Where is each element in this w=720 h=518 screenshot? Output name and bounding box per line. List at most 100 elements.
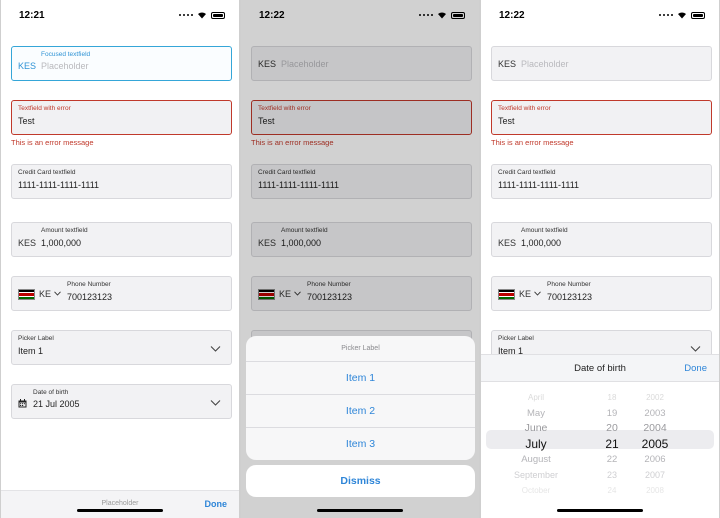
error-message: This is an error message (491, 138, 574, 147)
signal-icon (178, 13, 193, 17)
month-option[interactable]: August (501, 452, 571, 468)
year-option[interactable]: 2006 (635, 452, 675, 468)
chevron-down-icon[interactable] (534, 291, 541, 296)
field-label: Amount textfield (41, 227, 88, 234)
date-of-birth-field[interactable]: Date of birth 21 Jul 2005 (11, 384, 232, 419)
field-label: Date of birth (33, 389, 69, 396)
field-value: 1111-1111-1111-1111 (498, 180, 580, 190)
year-option[interactable]: 2007 (635, 468, 675, 484)
country-code[interactable]: KE (519, 289, 531, 299)
error-textfield[interactable]: Textfield with error Test (491, 100, 712, 135)
amount-textfield[interactable]: KES Amount textfield 1,000,000 (11, 222, 232, 257)
field-label: Textfield with error (18, 105, 71, 112)
day-option[interactable]: 20 (597, 421, 627, 437)
credit-card-textfield[interactable]: Credit Card textfield 1111-1111-1111-111… (491, 164, 712, 199)
chevron-down-icon[interactable] (690, 345, 701, 353)
month-option[interactable]: June (501, 421, 571, 437)
home-indicator (77, 509, 163, 512)
day-option[interactable]: 23 (597, 468, 627, 484)
field-value: Test (498, 116, 515, 126)
day-option-selected[interactable]: 21 (597, 437, 627, 453)
field-label: Textfield with error (498, 105, 551, 112)
dismiss-button[interactable]: Dismiss (246, 465, 475, 497)
action-sheet-option[interactable]: Item 2 (246, 395, 475, 428)
status-time: 12:22 (499, 10, 525, 21)
year-column[interactable]: 2002 2003 2004 2005 2006 2007 2008 (635, 390, 675, 499)
field-placeholder: Placeholder (41, 61, 89, 71)
wifi-icon (678, 12, 686, 19)
country-code[interactable]: KE (39, 289, 51, 299)
field-label: Phone Number (547, 281, 591, 288)
field-value: 700123123 (547, 292, 593, 302)
done-button[interactable]: Done (205, 499, 228, 509)
chevron-down-icon[interactable] (210, 345, 221, 353)
phone-screen-form: 12:21 KES Focused textfield Placeholder … (1, 0, 239, 518)
kenya-flag-icon (18, 289, 35, 300)
calendar-icon (18, 399, 27, 408)
battery-icon (211, 11, 225, 19)
day-option[interactable]: 19 (597, 406, 627, 422)
field-value: Test (18, 116, 35, 126)
credit-card-textfield[interactable]: Credit Card textfield 1111-1111-1111-111… (11, 164, 232, 199)
month-option[interactable]: May (501, 406, 571, 422)
battery-icon (691, 11, 705, 19)
action-sheet-option[interactable]: Item 1 (246, 362, 475, 395)
action-sheet-option[interactable]: Item 3 (246, 428, 475, 460)
error-message: This is an error message (11, 138, 94, 147)
currency-prefix: KES (18, 61, 37, 71)
year-option[interactable]: 2002 (635, 390, 675, 406)
day-column[interactable]: 18 19 20 21 22 23 24 (597, 390, 627, 499)
done-button[interactable]: Done (684, 363, 707, 374)
field-value: 700123123 (67, 292, 113, 302)
chevron-down-icon[interactable] (54, 291, 61, 296)
year-option[interactable]: 2004 (635, 421, 675, 437)
field-label: Phone Number (67, 281, 111, 288)
action-sheet-title: Picker Label (246, 336, 475, 362)
month-option-selected[interactable]: July (501, 437, 571, 453)
phone-screen-action-sheet: 12:22 KES Placeholder Textfield with err… (241, 0, 479, 518)
signal-icon (658, 13, 673, 17)
field-value: 1,000,000 (521, 238, 562, 248)
year-option[interactable]: 2008 (635, 483, 675, 499)
amount-textfield[interactable]: KES Amount textfield 1,000,000 (491, 222, 712, 257)
field-label: Amount textfield (521, 227, 568, 234)
phone-screen-date-picker: 12:22 KES Placeholder Textfield with err… (481, 0, 719, 518)
keyboard-accessory-bar: Placeholder Done (1, 490, 239, 518)
field-label: Picker Label (18, 335, 54, 342)
home-indicator (317, 509, 403, 512)
field-label: Credit Card textfield (498, 169, 556, 176)
currency-textfield[interactable]: KES Placeholder (491, 46, 712, 81)
field-label: Credit Card textfield (18, 169, 76, 176)
month-column[interactable]: April May June July August September Oct… (501, 390, 571, 499)
field-value: 1,000,000 (41, 238, 82, 248)
year-option-selected[interactable]: 2005 (635, 437, 675, 453)
field-value: 21 Jul 2005 (33, 399, 80, 409)
day-option[interactable]: 18 (597, 390, 627, 406)
home-indicator (557, 509, 643, 512)
currency-prefix: KES (498, 59, 517, 69)
date-picker-wheel[interactable]: April May June July August September Oct… (481, 382, 719, 518)
month-option[interactable]: October (501, 483, 571, 499)
status-bar: 12:21 (1, 0, 239, 34)
year-option[interactable]: 2003 (635, 406, 675, 422)
field-value: 1111-1111-1111-1111 (18, 180, 100, 190)
status-bar: 12:22 (481, 0, 719, 34)
chevron-down-icon[interactable] (210, 399, 221, 407)
picker-field[interactable]: Picker Label Item 1 (11, 330, 232, 365)
currency-prefix: KES (498, 238, 517, 248)
field-placeholder: Placeholder (521, 59, 569, 69)
day-option[interactable]: 22 (597, 452, 627, 468)
field-label: Focused textfield (41, 51, 91, 58)
currency-prefix: KES (18, 238, 37, 248)
error-textfield[interactable]: Textfield with error Test (11, 100, 232, 135)
month-option[interactable]: April (501, 390, 571, 406)
date-picker-toolbar: Date of birth Done (481, 354, 719, 382)
accessory-placeholder: Placeholder (101, 500, 139, 507)
day-option[interactable]: 24 (597, 483, 627, 499)
month-option[interactable]: September (501, 468, 571, 484)
focused-textfield[interactable]: KES Focused textfield Placeholder (11, 46, 232, 81)
phone-number-field[interactable]: KE Phone Number 700123123 (491, 276, 712, 311)
field-value: Item 1 (18, 346, 44, 356)
field-label: Picker Label (498, 335, 534, 342)
phone-number-field[interactable]: KE Phone Number 700123123 (11, 276, 232, 311)
